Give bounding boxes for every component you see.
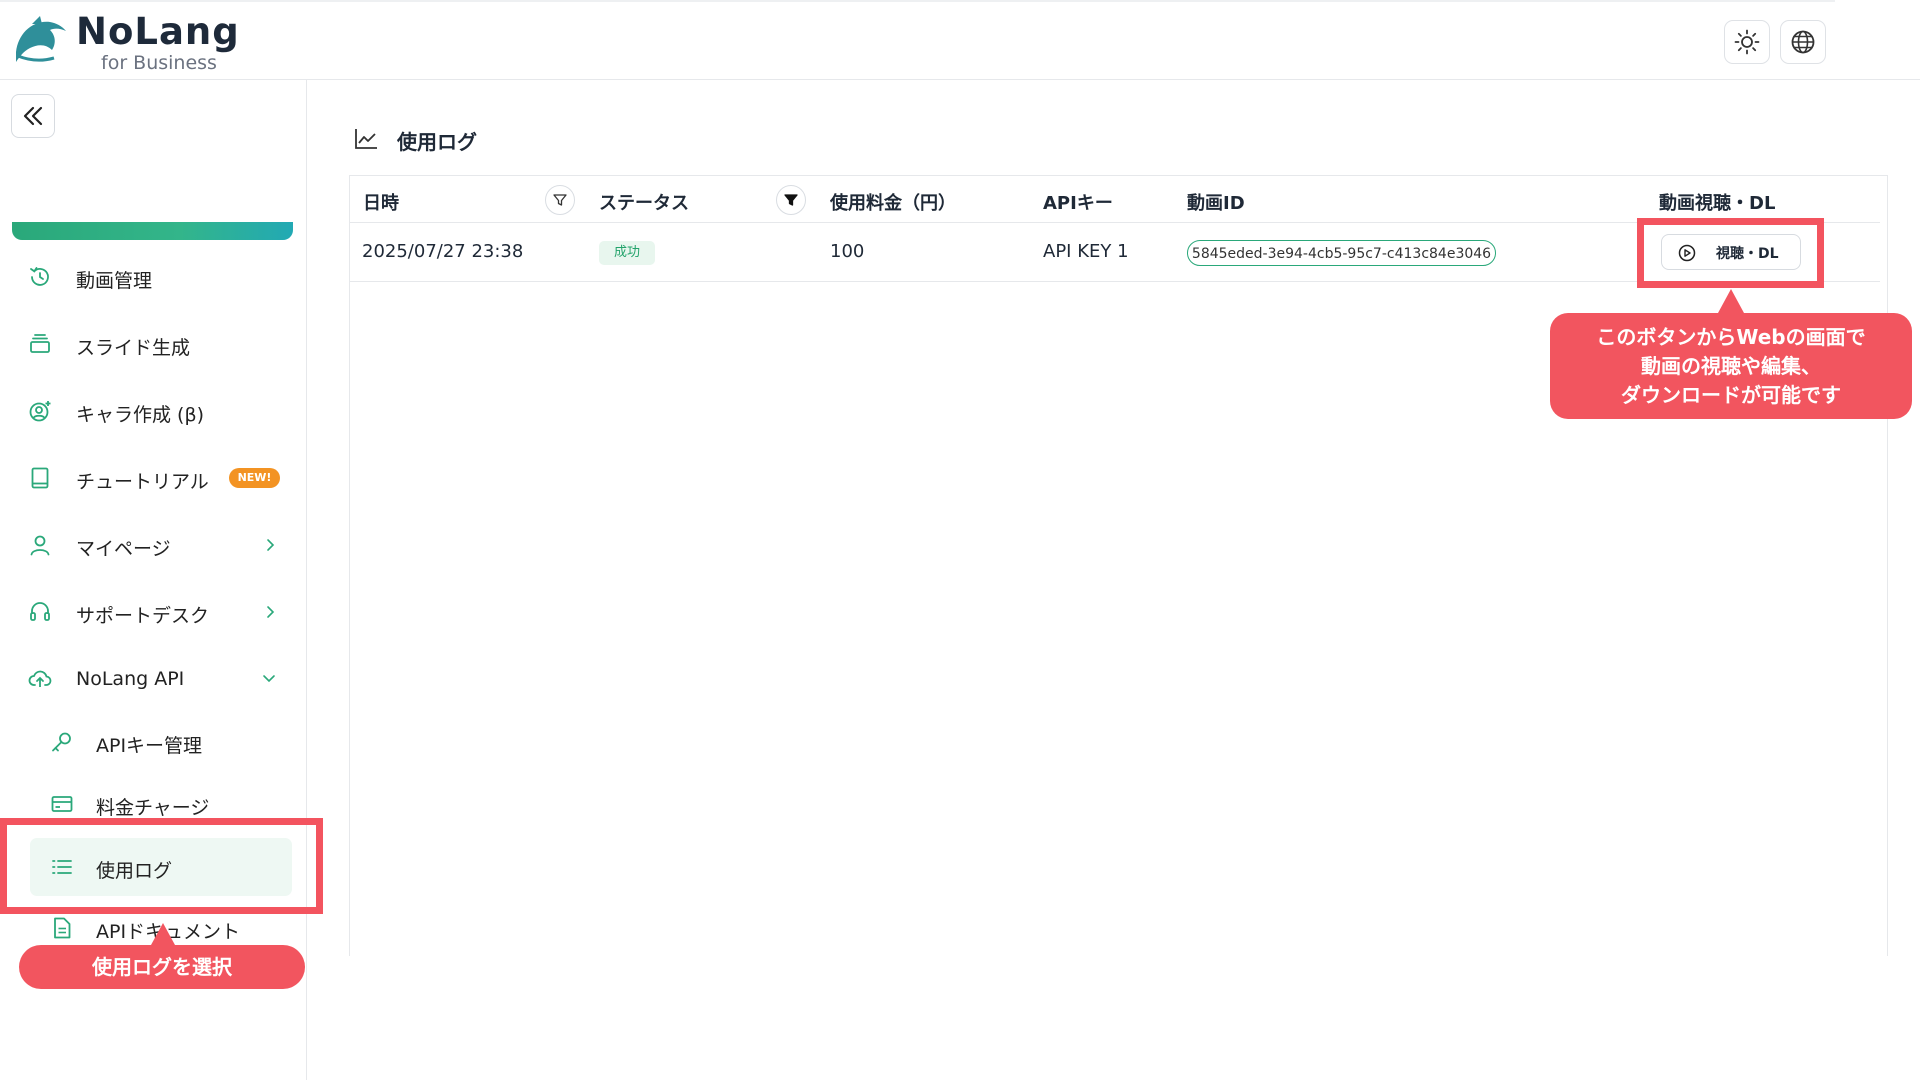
sidebar-item-label: 動画管理	[76, 270, 153, 292]
user-icon	[30, 535, 50, 556]
cell-api-key: API KEY 1	[1043, 241, 1129, 262]
sun-icon	[1734, 29, 1760, 55]
column-header-video-id[interactable]: 動画ID	[1187, 189, 1245, 215]
status-filter-button[interactable]	[776, 185, 806, 215]
view-download-highlight	[1637, 218, 1824, 288]
cell-datetime: 2025/07/27 23:38	[362, 241, 524, 262]
brand-subtitle: for Business	[101, 52, 217, 74]
usage-log-highlight	[0, 818, 323, 914]
document-icon	[54, 917, 71, 939]
chevron-down-icon	[263, 675, 275, 683]
line-chart-icon	[355, 129, 377, 149]
sidebar-collapse-button[interactable]	[11, 94, 55, 138]
right-callout: このボタンからWebの画面で 動画の視聴や編集、 ダウンロードが可能です	[1550, 313, 1912, 419]
sidebar-item-tutorial[interactable]: チュートリアル NEW!	[0, 456, 300, 500]
right-callout-line: ダウンロードが可能です	[1621, 382, 1841, 407]
sidebar-item-label: マイページ	[76, 538, 171, 560]
dolphin-logo-icon[interactable]	[10, 14, 68, 66]
right-callout-line: このボタンからWebの画面で	[1596, 324, 1866, 349]
cloud-upload-icon	[28, 670, 52, 687]
sidebar-item-label: スライド生成	[76, 337, 191, 359]
table-header: 日時 ステータス 使用料金（円） APIキー 動画ID 動画視聴・DL	[350, 176, 1880, 223]
sidebar-item-label: NoLang API	[76, 668, 185, 690]
status-badge: 成功	[599, 241, 655, 265]
sidebar-item-nolang-api[interactable]: NoLang API	[0, 657, 300, 701]
video-id-pill[interactable]: 5845eded-3e94-4cb5-95c7-c413c84e3046	[1187, 240, 1496, 266]
right-callout-arrow	[1718, 289, 1744, 313]
column-header-fee[interactable]: 使用料金（円）	[830, 189, 956, 215]
left-callout-arrow	[151, 923, 175, 945]
brand-name: NoLang	[76, 10, 240, 53]
sidebar-item-character-creation[interactable]: キャラ作成 (β)	[0, 389, 300, 433]
sidebar-item-label: キャラ作成 (β)	[76, 404, 204, 426]
datetime-filter-button[interactable]	[545, 185, 575, 215]
credit-card-icon	[51, 796, 73, 812]
sidebar-subitem-label: APIキー管理	[96, 735, 203, 757]
column-header-view-download: 動画視聴・DL	[1659, 193, 1776, 214]
sidebar-subitem-api-key-management[interactable]: APIキー管理	[0, 720, 300, 764]
filter-filled-icon	[784, 194, 798, 206]
usage-progress-bar	[12, 222, 293, 240]
sidebar-item-support-desk[interactable]: サポートデスク	[0, 590, 300, 634]
layers-icon	[30, 334, 50, 353]
sidebar-item-slide-generation[interactable]: スライド生成	[0, 322, 300, 366]
key-icon	[52, 732, 71, 752]
theme-toggle-button[interactable]	[1724, 20, 1770, 64]
page-title: 使用ログ	[397, 130, 477, 154]
history-icon	[30, 267, 49, 286]
top-divider	[0, 0, 1835, 2]
column-header-status[interactable]: ステータス	[599, 189, 689, 215]
character-icon	[29, 401, 51, 422]
chevron-right-icon	[267, 539, 275, 551]
usage-log-table	[349, 175, 1888, 956]
sidebar-item-label: チュートリアル	[76, 471, 209, 493]
sidebar-item-my-page[interactable]: マイページ	[0, 523, 300, 567]
new-badge: NEW!	[229, 468, 280, 488]
chevron-right-icon	[267, 606, 275, 618]
sidebar-subitem-label: 料金チャージ	[96, 797, 210, 819]
right-callout-line: 動画の視聴や編集、	[1641, 353, 1821, 378]
app-header: NoLang for Business	[0, 0, 1920, 80]
headset-icon	[30, 602, 50, 621]
cell-fee: 100	[830, 241, 865, 262]
sidebar-item-label: サポートデスク	[76, 605, 210, 627]
double-chevron-left-icon	[23, 106, 43, 126]
column-header-api-key[interactable]: APIキー	[1043, 189, 1113, 215]
filter-icon	[553, 194, 567, 206]
left-callout: 使用ログを選択	[19, 945, 305, 989]
book-icon	[31, 467, 49, 489]
language-button[interactable]	[1780, 20, 1826, 64]
sidebar-item-video-management[interactable]: 動画管理	[0, 255, 300, 299]
column-header-datetime[interactable]: 日時	[363, 189, 399, 215]
globe-icon	[1791, 30, 1815, 54]
